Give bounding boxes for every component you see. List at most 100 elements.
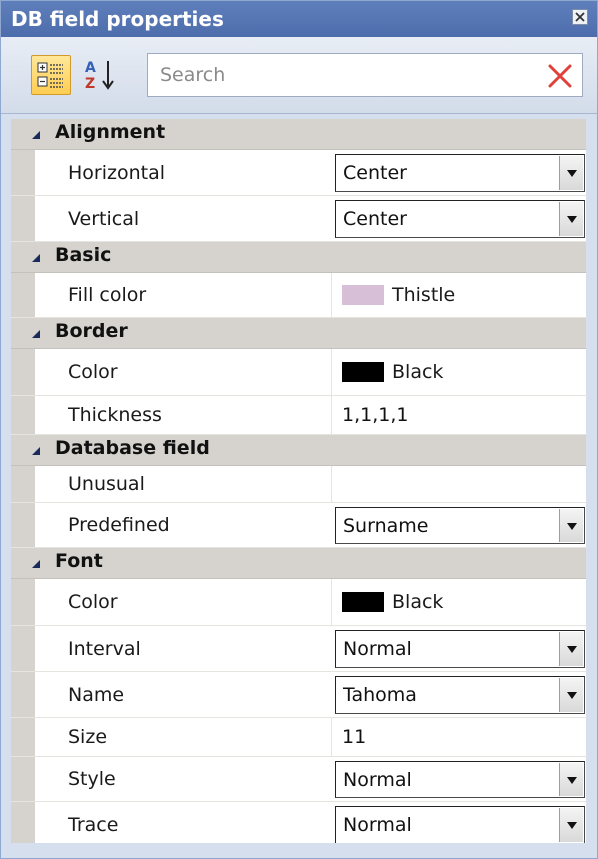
collapse-arrow-icon[interactable] — [31, 329, 41, 339]
property-row-style[interactable]: Style Normal — [11, 757, 586, 802]
property-label: Trace — [68, 813, 119, 836]
sort-alphabetical-button[interactable]: A Z — [81, 55, 121, 95]
dropdown-arrow-icon[interactable] — [559, 632, 583, 666]
dropdown-arrow-icon[interactable] — [559, 156, 583, 190]
collapse-arrow-icon[interactable] — [31, 130, 41, 140]
property-label: Interval — [68, 637, 141, 660]
color-name: Black — [392, 361, 444, 383]
dropdown-arrow-icon[interactable] — [559, 509, 583, 542]
dropdown-value: Center — [343, 162, 407, 184]
property-row-fill-color[interactable]: Fill color Thistle — [11, 273, 586, 318]
property-grid: Alignment Horizontal Center Vertical Cen… — [11, 119, 586, 848]
thickness-value[interactable]: 1,1,1,1 — [342, 404, 408, 426]
property-label: Fill color — [68, 284, 147, 306]
row-gutter — [11, 757, 35, 801]
properties-panel: DB field properties A Z Search Alignment… — [0, 0, 598, 859]
property-label: Style — [68, 768, 116, 790]
row-gutter — [11, 672, 35, 717]
dropdown-value: Normal — [343, 814, 412, 836]
style-dropdown[interactable]: Normal — [335, 761, 585, 798]
property-row-interval[interactable]: Interval Normal — [11, 626, 586, 672]
clear-search-button[interactable] — [546, 62, 574, 90]
collapse-arrow-icon[interactable] — [31, 253, 41, 263]
interval-dropdown[interactable]: Normal — [335, 630, 585, 668]
dropdown-value: Center — [343, 208, 407, 230]
category-label: Basic — [55, 244, 112, 266]
collapse-arrow-icon[interactable] — [31, 559, 41, 569]
search-box — [147, 53, 583, 97]
category-border[interactable]: Border — [11, 318, 586, 349]
color-swatch — [342, 362, 384, 382]
property-row-thickness[interactable]: Thickness 1,1,1,1 — [11, 396, 586, 435]
property-row-trace[interactable]: Trace Normal — [11, 802, 586, 848]
row-gutter — [11, 802, 35, 847]
category-label: Alignment — [55, 121, 166, 143]
property-label: Unusual — [68, 473, 145, 495]
color-swatch — [342, 592, 384, 612]
dropdown-arrow-icon[interactable] — [559, 202, 583, 236]
row-gutter — [11, 150, 35, 195]
category-alignment[interactable]: Alignment — [11, 119, 586, 150]
horizontal-dropdown[interactable]: Center — [335, 154, 585, 192]
close-icon — [575, 12, 585, 22]
category-database-field[interactable]: Database field — [11, 435, 586, 466]
row-gutter — [11, 349, 35, 395]
property-label: Color — [68, 361, 118, 383]
dropdown-arrow-icon[interactable] — [559, 763, 583, 796]
row-gutter — [11, 466, 35, 502]
property-row-unusual[interactable]: Unusual — [11, 466, 586, 503]
property-label: Horizontal — [68, 161, 166, 184]
category-label: Font — [55, 550, 103, 572]
color-name: Black — [392, 591, 444, 613]
dropdown-value: Normal — [343, 638, 412, 660]
property-label: Name — [68, 683, 125, 706]
row-gutter — [11, 273, 35, 317]
categorized-view-icon — [37, 62, 63, 88]
property-row-size[interactable]: Size 11 — [11, 718, 586, 757]
dropdown-value: Tahoma — [343, 684, 417, 706]
panel-footer — [1, 843, 597, 858]
collapse-arrow-icon[interactable] — [31, 446, 41, 456]
toolbar: A Z — [1, 37, 597, 114]
border-color-value[interactable]: Black — [342, 361, 443, 383]
row-gutter — [11, 718, 35, 756]
category-label: Database field — [55, 437, 210, 459]
row-gutter — [11, 503, 35, 547]
row-gutter — [11, 196, 35, 241]
color-name: Thistle — [392, 284, 456, 306]
categorized-view-button[interactable] — [31, 55, 71, 95]
property-row-predefined[interactable]: Predefined Surname — [11, 503, 586, 548]
font-size-value[interactable]: 11 — [342, 726, 366, 748]
property-row-vertical[interactable]: Vertical Center — [11, 196, 586, 242]
row-gutter — [11, 396, 35, 434]
fill-color-value[interactable]: Thistle — [342, 284, 455, 306]
vertical-dropdown[interactable]: Center — [335, 200, 585, 238]
close-button[interactable] — [572, 9, 588, 25]
row-gutter — [11, 626, 35, 671]
dropdown-value: Normal — [343, 768, 412, 791]
predefined-dropdown[interactable]: Surname — [335, 507, 585, 544]
search-input[interactable] — [148, 54, 528, 96]
property-label: Predefined — [68, 514, 170, 536]
property-row-horizontal[interactable]: Horizontal Center — [11, 150, 586, 196]
svg-text:A: A — [85, 60, 96, 76]
category-label: Border — [55, 320, 128, 342]
font-color-value[interactable]: Black — [342, 591, 443, 613]
dropdown-arrow-icon[interactable] — [559, 808, 583, 842]
sort-az-icon: A Z — [85, 60, 114, 92]
property-label: Size — [68, 726, 108, 748]
dropdown-arrow-icon[interactable] — [559, 678, 583, 712]
property-label: Color — [68, 591, 118, 613]
category-basic[interactable]: Basic — [11, 242, 586, 273]
window-title: DB field properties — [11, 7, 224, 31]
category-font[interactable]: Font — [11, 548, 586, 579]
trace-dropdown[interactable]: Normal — [335, 806, 585, 844]
font-name-dropdown[interactable]: Tahoma — [335, 676, 585, 714]
property-label: Thickness — [68, 404, 162, 426]
property-row-font-color[interactable]: Color Black — [11, 579, 586, 626]
color-swatch — [342, 285, 384, 305]
title-bar[interactable]: DB field properties — [1, 1, 597, 37]
property-row-border-color[interactable]: Color Black — [11, 349, 586, 396]
property-row-name[interactable]: Name Tahoma — [11, 672, 586, 718]
row-gutter — [11, 579, 35, 625]
